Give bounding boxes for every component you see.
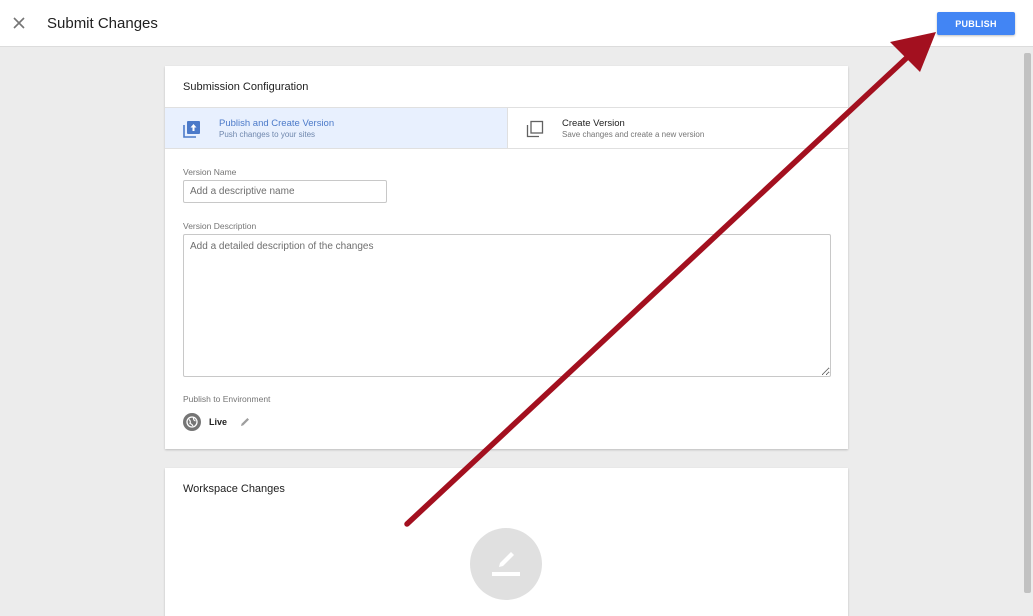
globe-icon	[183, 413, 201, 431]
version-description-label: Version Description	[183, 221, 257, 231]
submission-configuration-title: Submission Configuration	[183, 81, 309, 93]
publish-button[interactable]: PUBLISH	[937, 12, 1015, 35]
option-sublabel: Save changes and create a new version	[562, 130, 705, 139]
submission-configuration-card: Submission Configuration Publish and Cre…	[165, 66, 848, 449]
publish-environment-label: Publish to Environment	[183, 394, 271, 404]
copy-icon	[526, 120, 544, 138]
workspace-changes-card: Workspace Changes	[165, 468, 848, 616]
edit-icon	[492, 552, 520, 576]
option-label: Create Version	[562, 118, 625, 129]
scrollbar-thumb[interactable]	[1024, 53, 1031, 593]
environment-name: Live	[209, 417, 228, 427]
edit-environment-icon[interactable]	[239, 416, 251, 428]
page-title: Submit Changes	[47, 15, 158, 32]
scrollbar[interactable]	[1022, 47, 1033, 616]
close-icon[interactable]	[9, 13, 29, 33]
version-name-label: Version Name	[183, 167, 237, 177]
workspace-changes-title: Workspace Changes	[183, 483, 285, 495]
version-description-input[interactable]	[183, 234, 831, 377]
create-version-option[interactable]: Create Version Save changes and create a…	[507, 107, 848, 149]
option-sublabel: Push changes to your sites	[219, 130, 316, 139]
publish-and-create-version-option[interactable]: Publish and Create Version Push changes …	[165, 107, 507, 149]
publish-icon	[183, 121, 200, 138]
version-name-input[interactable]	[183, 180, 387, 203]
empty-state-badge	[470, 528, 542, 600]
top-bar: Submit Changes PUBLISH	[0, 0, 1033, 47]
option-label: Publish and Create Version	[219, 118, 335, 129]
